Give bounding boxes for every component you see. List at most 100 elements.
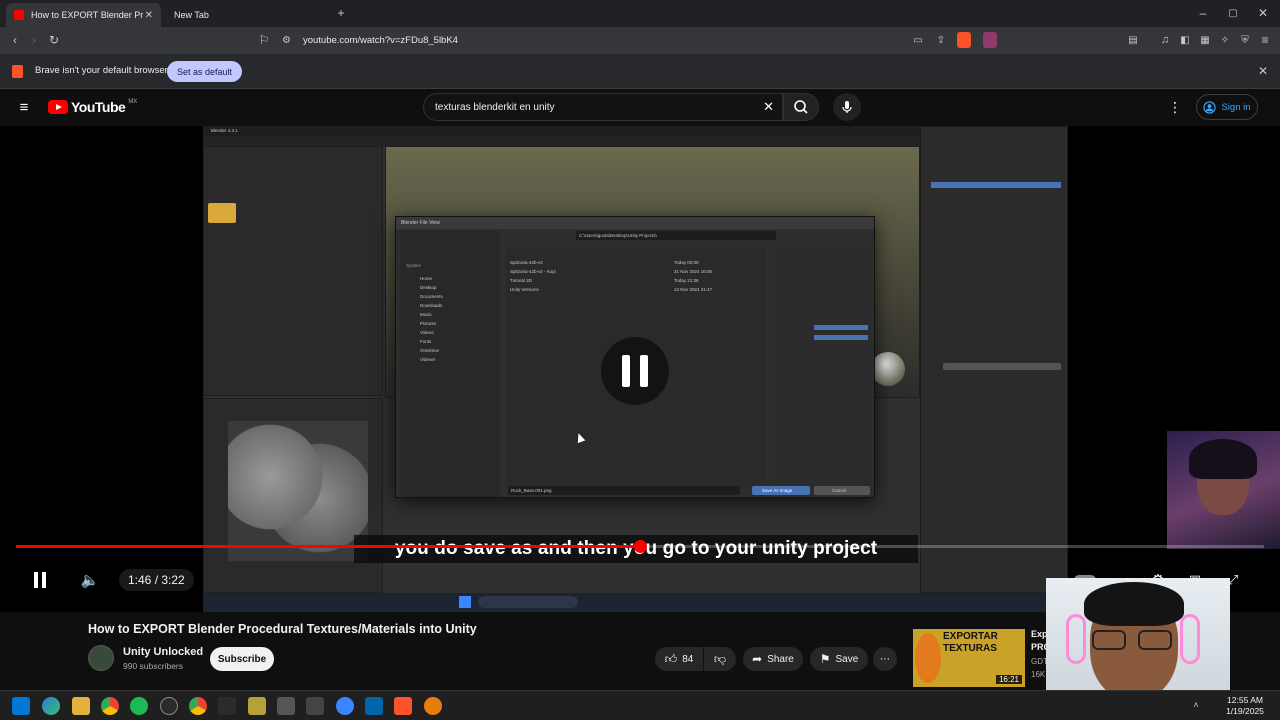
close-tab-icon[interactable]: ✕	[145, 10, 153, 21]
brave-rewards-icon[interactable]	[983, 32, 997, 48]
save-as-image-label: Save As Image	[762, 488, 793, 493]
youtube-play-logo-icon	[48, 100, 68, 114]
site-info-icon[interactable]: ⚙	[282, 35, 291, 46]
blender-title: Blender 4.3.1	[211, 128, 238, 133]
folder-row-date: 13 Nov 2024 21:47	[674, 287, 713, 292]
save-playlist-icon: ⚑	[819, 652, 831, 666]
filename-text: Rock_Base.001.png	[511, 488, 552, 493]
new-tab-plus-icon[interactable]: +	[334, 6, 348, 20]
dislike-button[interactable]: 👎︎	[704, 647, 736, 671]
volume-icon[interactable]: 🔈	[80, 570, 100, 590]
thumbs-down-icon: 👎︎	[713, 651, 727, 666]
back-icon[interactable]: ‹	[8, 33, 22, 47]
brave-shields-icon[interactable]	[957, 32, 971, 48]
maximize-icon[interactable]: ▢	[1226, 6, 1240, 20]
like-button[interactable]: 👍︎ 84	[655, 647, 703, 671]
menu-icon[interactable]: ≡	[1258, 33, 1272, 47]
chrome-dev-icon[interactable]	[336, 697, 354, 715]
hamburger-menu-icon[interactable]: ≡	[16, 99, 32, 116]
pause-overlay-button[interactable]	[601, 337, 669, 405]
leo-ai-icon[interactable]: ✧	[1218, 33, 1232, 47]
save-as-image-button: Save As Image	[752, 486, 810, 495]
subscribe-button[interactable]: Subscribe	[210, 647, 274, 671]
webcam-overlay	[1167, 431, 1280, 549]
save-button[interactable]: ⚑ Save	[810, 647, 868, 671]
youtube-logo[interactable]: YouTube MX	[48, 99, 137, 115]
unity-hub-icon[interactable]	[277, 697, 295, 715]
chrome-profile-icon[interactable]	[189, 697, 207, 715]
sign-in-button[interactable]: Sign in	[1196, 94, 1258, 120]
voice-search-button[interactable]	[833, 93, 861, 121]
reader-icon[interactable]: ▦	[1198, 33, 1212, 47]
clock-date: 1/19/2025	[1226, 706, 1264, 716]
thumbs-up-icon: 👍︎	[664, 651, 678, 666]
minimize-icon[interactable]: –	[1196, 6, 1210, 20]
blender-logo-icon	[915, 633, 941, 683]
tab-new-tab[interactable]: New Tab	[166, 3, 336, 27]
windows-start-icon[interactable]	[12, 697, 30, 715]
video-progress-bar[interactable]	[16, 540, 1264, 553]
recommended-thumbnail[interactable]: EXPORTAR TEXTURAS 16:21	[913, 629, 1025, 687]
edge-icon[interactable]	[42, 697, 60, 715]
system-item: Home	[420, 276, 433, 281]
chrome-icon[interactable]	[101, 697, 119, 715]
app-icon[interactable]	[306, 697, 324, 715]
sourcetree-icon[interactable]	[248, 697, 266, 715]
git-icon[interactable]	[218, 697, 236, 715]
music-icon[interactable]: ♫	[1158, 33, 1172, 47]
file-view-sidebar: System Home Desktop Documents Downloads …	[400, 231, 500, 497]
set-as-default-button[interactable]: Set as default	[167, 61, 243, 82]
sidebar-icon[interactable]: ◧	[1178, 33, 1192, 47]
outliner-selected-row	[931, 182, 1061, 188]
clock-time: 12:55 AM	[1227, 695, 1263, 705]
system-item: Documents	[420, 294, 443, 299]
color-mode-rgba	[814, 325, 868, 330]
play-button[interactable]	[32, 571, 48, 589]
blender-taskbar-icon[interactable]	[424, 697, 442, 715]
search-button[interactable]	[783, 93, 819, 121]
more-actions-button[interactable]: ⋯	[873, 647, 897, 671]
progress-played	[16, 545, 640, 548]
folder-row-name: Spitzoria-42b-v2 - Kopi	[510, 269, 556, 274]
video-player[interactable]: Blender 4.3.1 Blender File View System H…	[0, 126, 1280, 612]
glasses-right	[1138, 630, 1172, 650]
share-page-icon[interactable]: ⇪	[934, 33, 948, 47]
obs-icon[interactable]	[160, 697, 178, 715]
vscode-icon[interactable]	[365, 697, 383, 715]
tab-youtube[interactable]: How to EXPORT Blender Proc ✕	[6, 3, 161, 27]
share-button[interactable]: ➦ Share	[743, 647, 803, 671]
system-item: Pictures	[420, 321, 437, 326]
clear-search-icon[interactable]: ✕	[763, 99, 774, 115]
search-input[interactable]: texturas blenderkit en unity ✕	[423, 93, 783, 121]
material-preview-sphere	[871, 352, 905, 386]
file-explorer-icon[interactable]	[72, 697, 90, 715]
progress-scrubber-handle[interactable]	[634, 540, 647, 553]
more-options-icon[interactable]: ⋮	[1168, 99, 1182, 115]
reload-icon[interactable]: ↻	[47, 33, 61, 47]
tray-chevron-icon[interactable]: ˄	[1190, 699, 1202, 711]
like-count: 84	[682, 653, 694, 665]
rock-texture-preview	[228, 421, 368, 561]
channel-name[interactable]: Unity Unlocked	[123, 646, 203, 658]
blender-properties-panel	[920, 126, 1068, 593]
system-item: OneDrive	[420, 348, 440, 353]
url-field[interactable]: ⚙ youtube.com/watch?v=zFDu8_5lbK4	[250, 30, 1000, 51]
system-clock[interactable]: 12:55 AM 1/19/2025	[1215, 695, 1275, 717]
pause-bar-icon	[622, 355, 630, 387]
search-query: texturas blenderkit en unity	[435, 101, 555, 113]
thumbnail-text: EXPORTAR TEXTURAS	[943, 631, 998, 654]
cast-icon[interactable]: ▭	[911, 33, 925, 47]
wallet-icon[interactable]: ▤	[1126, 33, 1140, 47]
headphone-left	[1066, 614, 1086, 664]
brave-taskbar-icon[interactable]	[394, 697, 412, 715]
cancel-button: Cancel	[814, 486, 870, 495]
address-bar-row: ‹ › ↻ ⚐ ⚙ youtube.com/watch?v=zFDu8_5lbK…	[0, 27, 1280, 54]
close-window-icon[interactable]: ✕	[1256, 6, 1270, 20]
forward-icon[interactable]: ›	[27, 33, 41, 47]
spotify-icon[interactable]	[130, 697, 148, 715]
close-infobar-icon[interactable]: ✕	[1256, 64, 1270, 78]
pause-icon	[42, 572, 46, 588]
vpn-icon[interactable]: ⛨	[1238, 33, 1252, 47]
system-item: Downloads	[420, 303, 443, 308]
channel-avatar[interactable]	[88, 645, 114, 671]
